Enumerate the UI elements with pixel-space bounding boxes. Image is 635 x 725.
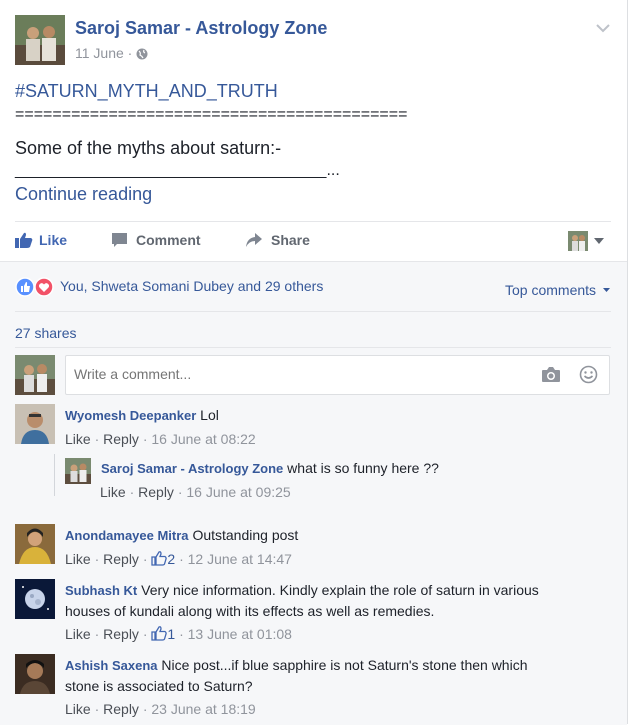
post-date[interactable]: 11 June [75, 45, 124, 61]
comment-button[interactable]: Comment [111, 232, 201, 252]
share-label: Share [271, 232, 310, 248]
comment-4: Ashish Saxena Nice post...if blue sapphi… [65, 655, 605, 696]
post-equals-line: ========================================… [15, 106, 408, 123]
composer-avatar [15, 355, 55, 395]
continue-reading-link[interactable]: Continue reading [15, 184, 152, 205]
post-author[interactable]: Saroj Samar - Astrology Zone [75, 18, 327, 39]
comment-like-link[interactable]: Like [65, 431, 91, 447]
like-label: Like [39, 232, 68, 248]
globe-icon[interactable] [136, 47, 148, 63]
commenter-name[interactable]: Ashish Saxena [65, 658, 158, 673]
comment-time[interactable]: · 23 June at 18:19 [143, 701, 256, 717]
top-comments-dropdown[interactable]: Top comments [505, 280, 610, 298]
reply-1: Saroj Samar - Astrology Zone what is so … [101, 458, 439, 479]
like-count[interactable]: 1 [151, 626, 179, 642]
comment-input-box[interactable] [65, 355, 610, 395]
comment-text: Lol [200, 407, 219, 423]
comment-2: Anondamayee Mitra Outstanding post [65, 525, 298, 546]
emoji-icon[interactable] [579, 365, 598, 389]
reply-like-link[interactable]: Like [100, 484, 126, 500]
reply-author[interactable]: Saroj Samar - Astrology Zone [101, 461, 283, 476]
post-text: Some of the myths about saturn:- [15, 138, 282, 158]
reactions-summary[interactable]: You, Shweta Somani Dubey and 29 others [60, 278, 323, 294]
comment-text-line2: houses of kundali along with its effects… [65, 603, 435, 619]
comment-actions: Like · Reply · 16 June at 08:22 [65, 431, 256, 447]
like-count-number: 2 [167, 551, 176, 567]
comment-input[interactable] [72, 365, 516, 383]
reply-avatar[interactable] [65, 458, 91, 484]
comment-1: Wyomesh Deepanker Lol [65, 405, 219, 426]
thumbs-up-outline-icon [151, 551, 168, 569]
post-as-selector[interactable] [568, 231, 608, 256]
comment-time[interactable]: · 12 June at 14:47 [179, 551, 292, 567]
reply-text: what is so funny here ?? [287, 460, 439, 476]
reply-actions: Like · Reply · 16 June at 09:25 [100, 484, 291, 500]
caret-down-icon [602, 280, 610, 296]
actions-top-divider [15, 221, 611, 222]
comment-reply-link[interactable]: Reply [103, 551, 139, 567]
dot: · [142, 626, 148, 642]
dot: · [94, 551, 100, 567]
commenter-name[interactable]: Anondamayee Mitra [65, 528, 189, 543]
chevron-down-icon[interactable] [596, 20, 610, 38]
post-underline: ___________________________________... [15, 162, 340, 179]
reaction-icons[interactable] [15, 277, 57, 302]
commenter-avatar[interactable] [15, 524, 55, 564]
comment-3: Subhash Kt Very nice information. Kindly… [65, 580, 605, 621]
thumbs-up-icon [15, 232, 33, 251]
shares-count[interactable]: 27 shares [15, 325, 76, 341]
comment-actions: Like · Reply · 23 June at 18:19 [65, 701, 256, 717]
reactions-divider [15, 311, 611, 312]
comment-reply-link[interactable]: Reply [103, 626, 139, 642]
commenter-name[interactable]: Wyomesh Deepanker [65, 408, 196, 423]
comments-section: You, Shweta Somani Dubey and 29 others T… [0, 261, 627, 725]
post-hashtag[interactable]: #SATURN_MYTH_AND_TRUTH [15, 81, 278, 102]
like-count-number: 1 [167, 626, 176, 642]
comment-like-link[interactable]: Like [65, 626, 91, 642]
share-arrow-icon [245, 232, 263, 251]
comment-text: Nice post...if blue sapphire is not Satu… [161, 657, 528, 673]
comment-text: Very nice information. Kindly explain th… [141, 582, 539, 598]
comment-like-link[interactable]: Like [65, 551, 91, 567]
reply-thread-line [54, 454, 55, 496]
dot: · [142, 551, 148, 567]
dot: · [94, 701, 100, 717]
comment-actions: Like · Reply · 1 · 13 June at 01:08 [65, 626, 292, 644]
commenter-avatar[interactable] [15, 579, 55, 619]
reply-reply-link[interactable]: Reply [138, 484, 174, 500]
separator-dot: · [127, 45, 133, 61]
dot: · [94, 626, 100, 642]
dot: · [94, 431, 100, 447]
comment-text: Outstanding post [192, 527, 299, 543]
commenter-avatar[interactable] [15, 404, 55, 444]
comment-time[interactable]: · 16 June at 08:22 [143, 431, 256, 447]
share-button[interactable]: Share [245, 232, 310, 252]
camera-icon[interactable] [541, 366, 561, 388]
comment-time[interactable]: · 13 June at 01:08 [179, 626, 292, 642]
like-button[interactable]: Like [15, 232, 67, 252]
post-date-row: 11 June · [75, 45, 148, 63]
like-count[interactable]: 2 [151, 551, 179, 567]
top-comments-label: Top comments [505, 282, 597, 298]
shares-divider [15, 347, 611, 348]
comment-like-link[interactable]: Like [65, 701, 91, 717]
commenter-avatar[interactable] [15, 654, 55, 694]
comment-text-line2: stone is associated to Saturn? [65, 678, 253, 694]
commenter-name[interactable]: Subhash Kt [65, 583, 137, 598]
thumbs-up-outline-icon [151, 626, 168, 644]
comment-reply-link[interactable]: Reply [103, 431, 139, 447]
comment-actions: Like · Reply · 2 · 12 June at 14:47 [65, 551, 292, 569]
comment-label: Comment [136, 232, 201, 248]
dot: · [129, 484, 135, 500]
comment-reply-link[interactable]: Reply [103, 701, 139, 717]
reply-time[interactable]: · 16 June at 09:25 [178, 484, 291, 500]
author-avatar[interactable] [15, 15, 65, 65]
comment-icon [111, 232, 128, 251]
